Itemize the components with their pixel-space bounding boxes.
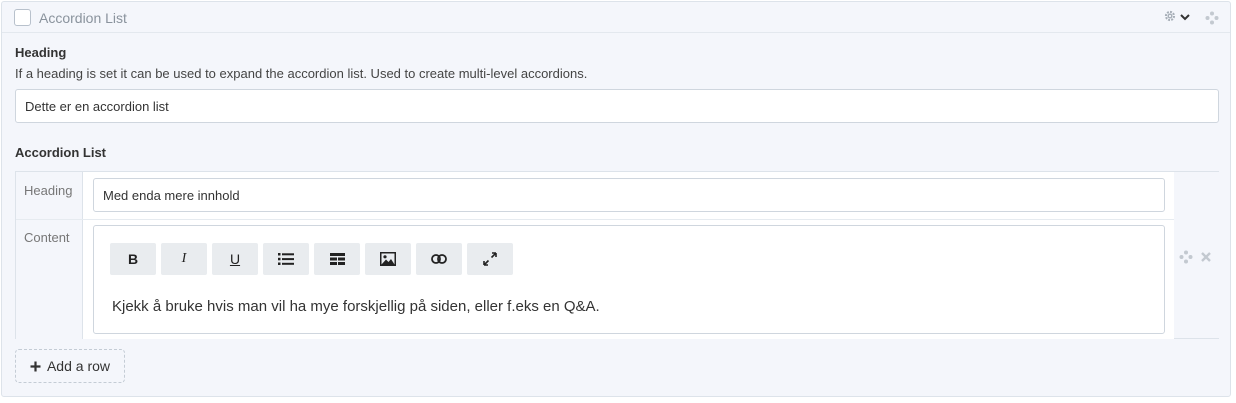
accordion-row: Heading Content B I U [15,172,1174,339]
add-row-label: Add a row [46,358,111,374]
row-heading-label: Heading [24,183,73,198]
row-label-column: Heading Content [16,172,83,339]
accordion-list-label: Accordion List [15,145,107,160]
link-button[interactable] [416,243,462,275]
rich-text-editor[interactable]: B I U Kjekk å bruke hvis man vil ha mye … [93,225,1165,334]
heading-input[interactable] [15,89,1219,123]
add-row-button[interactable]: Add a row [15,349,125,383]
heading-help-text: If a heading is set it can be used to ex… [15,66,588,81]
block-header: Accordion List [2,2,1230,33]
plus-icon [30,361,41,371]
block-select-checkbox[interactable] [14,9,31,26]
underline-button[interactable]: U [212,243,258,275]
accordion-list-table: Heading Content B I U [15,171,1219,339]
move-icon[interactable] [1205,11,1219,25]
table-button[interactable] [314,243,360,275]
row-divider [16,219,1174,220]
table-icon [329,253,345,265]
close-icon[interactable] [1200,251,1212,263]
bullet-list-button[interactable] [263,243,309,275]
heading-label: Heading [15,45,67,60]
bold-button[interactable]: B [110,243,156,275]
editor-content[interactable]: Kjekk å bruke hvis man vil ha mye forskj… [112,298,600,315]
image-icon [380,252,396,266]
gear-icon[interactable] [1163,9,1177,23]
row-move-icon[interactable] [1179,250,1193,264]
bullet-list-icon [278,253,294,265]
row-heading-input[interactable] [93,178,1165,212]
italic-button[interactable]: I [161,243,207,275]
block-title: Accordion List [39,10,127,26]
image-button[interactable] [365,243,411,275]
chevron-down-icon[interactable] [1179,11,1191,23]
accordion-list-block: Accordion List Heading If a heading is s… [1,1,1231,397]
fullscreen-button[interactable] [467,243,513,275]
link-icon [431,254,447,264]
row-content-label: Content [24,230,70,245]
fullscreen-icon [483,252,497,266]
